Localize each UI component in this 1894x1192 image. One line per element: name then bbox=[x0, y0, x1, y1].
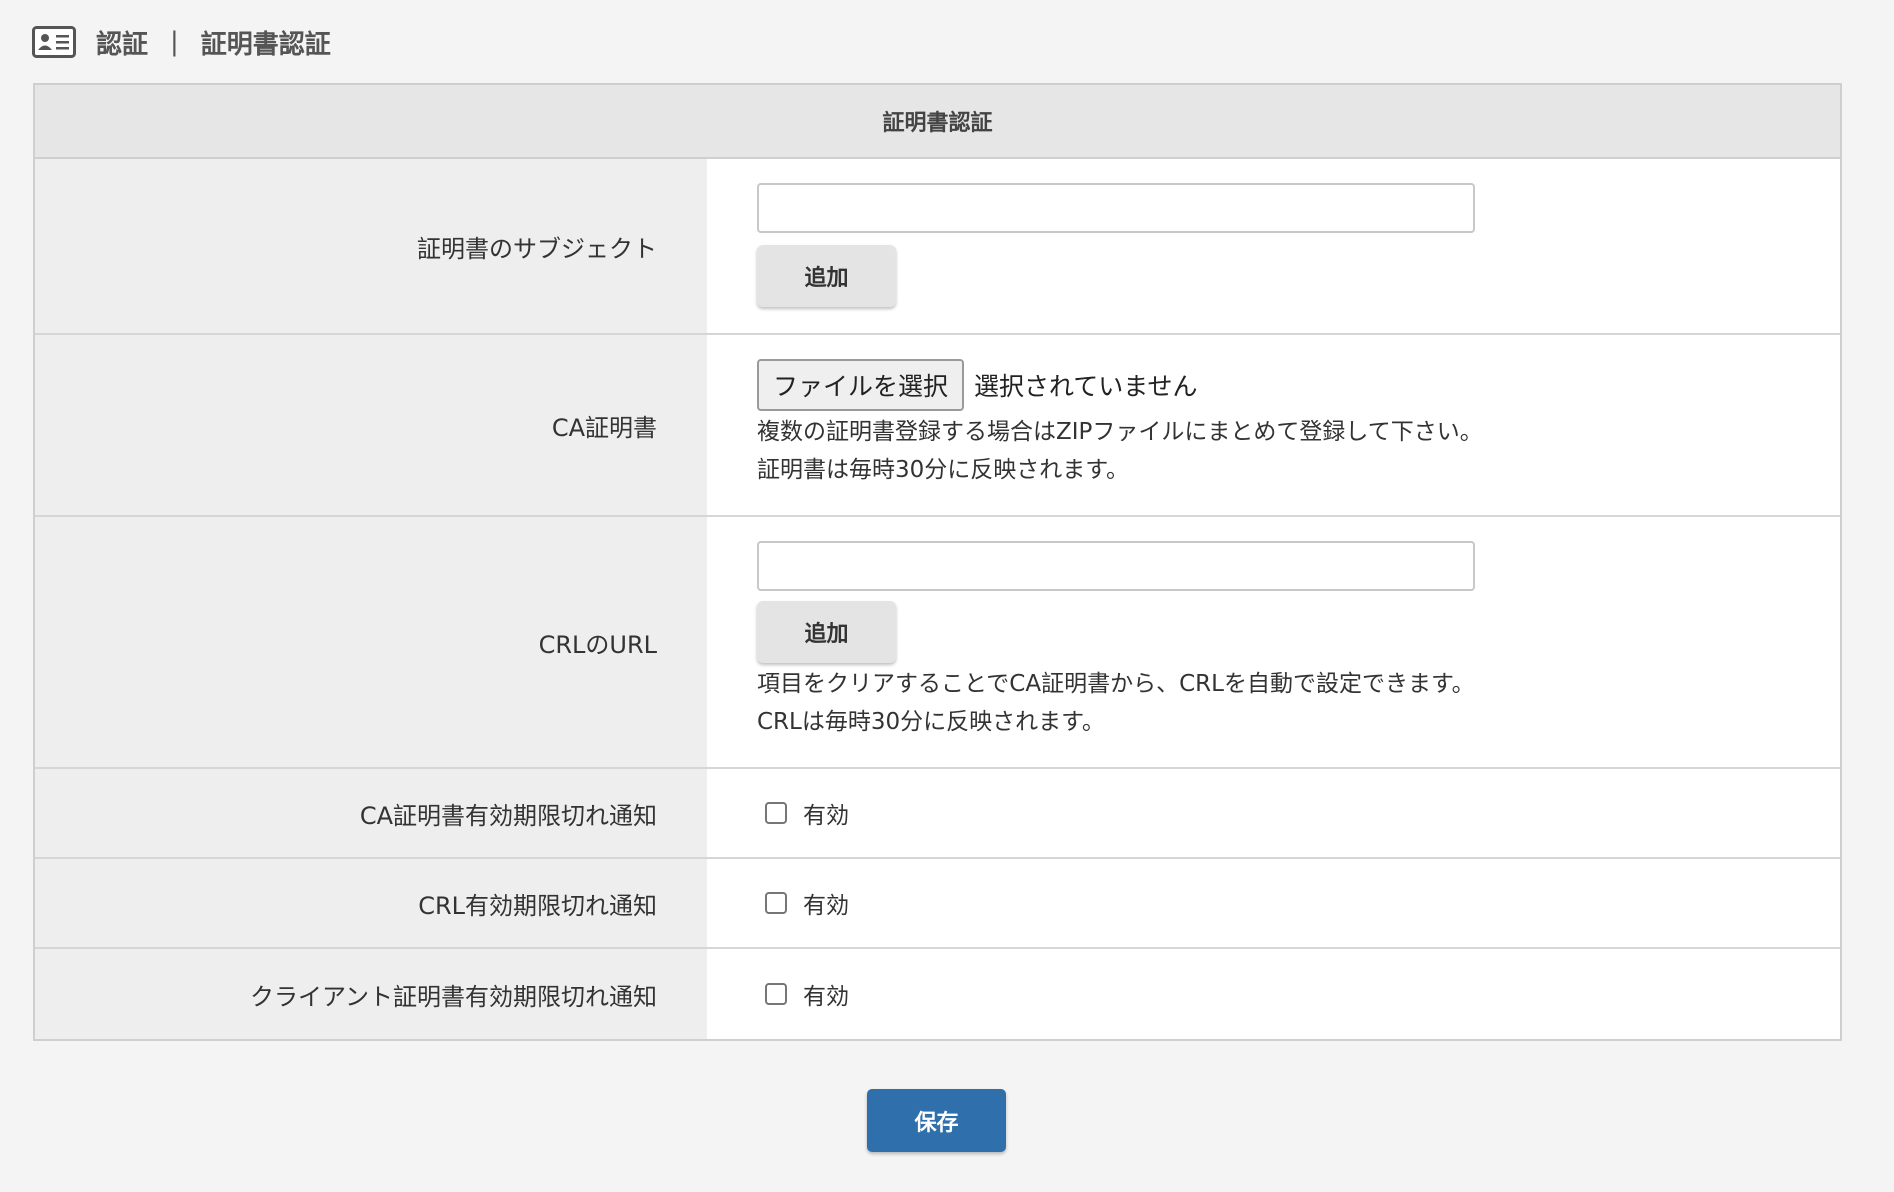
client-expiry-value-cell: 有効 bbox=[707, 949, 1840, 1039]
ca-expiry-value-cell: 有効 bbox=[707, 769, 1840, 857]
crl-add-button[interactable]: 追加 bbox=[757, 601, 896, 663]
crl-url-label: CRLのURL bbox=[35, 517, 707, 767]
crl-url-value-cell: 追加 項目をクリアすることでCA証明書から、CRLを自動で設定できます。 CRL… bbox=[707, 517, 1840, 767]
ca-expiry-checkbox[interactable] bbox=[765, 802, 787, 824]
breadcrumb-parent[interactable]: 認証 bbox=[96, 24, 148, 61]
ca-note-zip: 複数の証明書登録する場合はZIPファイルにまとめて登録して下さい。 bbox=[757, 419, 1483, 445]
save-button[interactable]: 保存 bbox=[867, 1089, 1006, 1152]
subject-row: 証明書のサブジェクト 追加 bbox=[35, 159, 1840, 335]
ca-cert-row: CA証明書 ファイルを選択 選択されていません 複数の証明書登録する場合はZIP… bbox=[35, 335, 1840, 517]
ca-expiry-checkbox-label[interactable]: 有効 bbox=[803, 796, 849, 830]
subject-label: 証明書のサブジェクト bbox=[35, 159, 707, 333]
crl-expiry-row: CRL有効期限切れ通知 有効 bbox=[35, 859, 1840, 949]
ca-expiry-label: CA証明書有効期限切れ通知 bbox=[35, 769, 707, 857]
ca-cert-label: CA証明書 bbox=[35, 335, 707, 515]
subject-value-cell: 追加 bbox=[707, 159, 1840, 333]
certificate-auth-panel: 証明書認証 証明書のサブジェクト 追加 CA証明書 ファイルを選択 選択されてい… bbox=[33, 83, 1842, 1041]
subject-input[interactable] bbox=[757, 183, 1475, 233]
crl-expiry-checkbox-label[interactable]: 有効 bbox=[803, 886, 849, 920]
ca-expiry-row: CA証明書有効期限切れ通知 有効 bbox=[35, 769, 1840, 859]
ca-note-schedule: 証明書は毎時30分に反映されます。 bbox=[757, 457, 1129, 483]
breadcrumb-current: 証明書認証 bbox=[200, 29, 331, 60]
crl-url-row: CRLのURL 追加 項目をクリアすることでCA証明書から、CRLを自動で設定で… bbox=[35, 517, 1840, 769]
subject-add-button[interactable]: 追加 bbox=[757, 245, 896, 307]
ca-cert-value-cell: ファイルを選択 選択されていません 複数の証明書登録する場合はZIPファイルにま… bbox=[707, 335, 1840, 515]
crl-note-clear: 項目をクリアすることでCA証明書から、CRLを自動で設定できます。 bbox=[757, 671, 1475, 697]
client-expiry-row: クライアント証明書有効期限切れ通知 有効 bbox=[35, 949, 1840, 1039]
crl-url-input[interactable] bbox=[757, 541, 1475, 591]
crl-expiry-value-cell: 有効 bbox=[707, 859, 1840, 947]
breadcrumb: 認証 | 証明書認証 bbox=[32, 22, 331, 62]
client-expiry-label: クライアント証明書有効期限切れ通知 bbox=[35, 949, 707, 1039]
crl-note-schedule: CRLは毎時30分に反映されます。 bbox=[757, 709, 1105, 735]
breadcrumb-separator: | bbox=[170, 27, 179, 57]
choose-file-button[interactable]: ファイルを選択 bbox=[757, 359, 965, 411]
id-card-icon bbox=[32, 26, 76, 58]
client-expiry-checkbox[interactable] bbox=[765, 983, 787, 1005]
file-picker: ファイルを選択 選択されていません bbox=[757, 359, 1840, 411]
client-expiry-checkbox-label[interactable]: 有効 bbox=[803, 977, 849, 1011]
crl-expiry-label: CRL有効期限切れ通知 bbox=[35, 859, 707, 947]
crl-expiry-checkbox[interactable] bbox=[765, 892, 787, 914]
panel-title: 証明書認証 bbox=[35, 85, 1840, 159]
file-status: 選択されていません bbox=[974, 372, 1198, 401]
